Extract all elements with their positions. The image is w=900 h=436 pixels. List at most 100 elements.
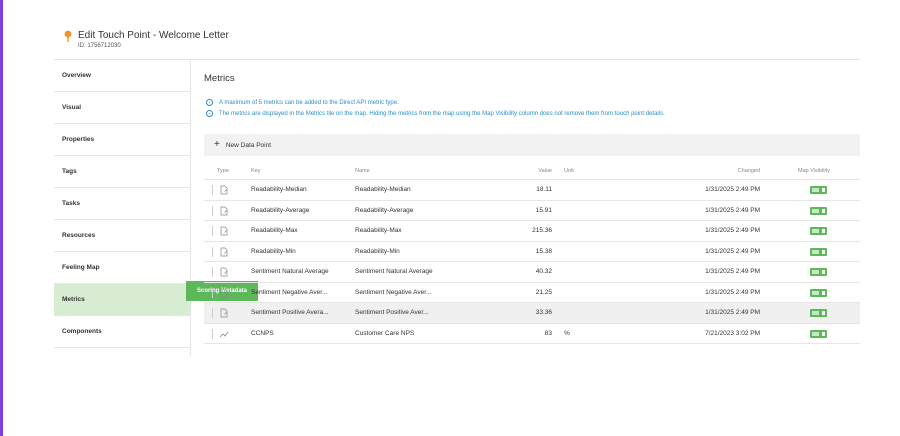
table-header: Type Key Name Value Unit Changed Map Vis… — [204, 164, 860, 180]
row-drag-handle[interactable] — [212, 308, 213, 318]
row-key: Sentiment Positive Avera... — [251, 309, 329, 316]
row-key: CCNPS — [251, 329, 274, 337]
row-name: Readability-Min — [355, 247, 400, 255]
info-message: The metrics are displayed in the Metrics… — [206, 110, 665, 117]
table-row[interactable]: Readability-Max Readability-Max 215.36 1/31… — [204, 221, 860, 242]
row-value: 33.36 — [535, 309, 552, 316]
row-value: 15.91 — [535, 206, 552, 214]
row-value: 18.11 — [536, 186, 552, 193]
document-edit-icon — [219, 247, 229, 257]
row-key: Readability-Min — [251, 247, 296, 255]
sidebar-item-tasks[interactable]: Tasks — [54, 188, 191, 220]
row-changed: 1/31/2025 2:49 PM — [705, 227, 760, 234]
plus-icon: + — [214, 139, 220, 150]
map-visibility-toggle[interactable] — [810, 309, 827, 317]
row-changed: 1/31/2025 2:49 PM — [705, 309, 760, 316]
window-edge — [0, 0, 3, 436]
document-edit-icon — [219, 288, 229, 298]
sidebar-item-resources[interactable]: Resources — [54, 220, 191, 252]
row-name: Customer Care NPS — [355, 329, 415, 337]
row-drag-handle[interactable] — [212, 246, 213, 257]
row-key: Readability-Max — [251, 227, 298, 234]
new-data-point-label: New Data Point — [225, 141, 272, 149]
row-value: 15.38 — [535, 247, 552, 255]
row-value: 40.32 — [535, 268, 552, 275]
row-changed: 7/21/2023 3:02 PM — [705, 329, 760, 337]
info-text: The metrics are displayed in the Metrics… — [219, 110, 665, 117]
info-icon — [206, 99, 213, 106]
row-name: Sentiment Natural Average — [355, 268, 433, 275]
column-header-value[interactable]: Value — [538, 168, 552, 174]
row-value: 83 — [544, 329, 552, 337]
document-edit-icon — [219, 185, 229, 195]
column-header-key[interactable]: Key — [251, 168, 260, 174]
sidebar-divider — [190, 60, 191, 356]
row-name: Readability-Max — [355, 227, 402, 234]
page-title: Edit Touch Point - Welcome Letter — [78, 30, 229, 41]
row-changed: 1/31/2025 2:49 PM — [705, 247, 760, 255]
sidebar-item-components[interactable]: Components — [54, 316, 191, 348]
map-visibility-toggle[interactable] — [810, 329, 827, 338]
map-visibility-toggle[interactable] — [810, 288, 827, 297]
column-header-name[interactable]: Name — [355, 168, 370, 174]
row-key: Sentiment Negative Aver... — [251, 288, 328, 296]
map-visibility-toggle[interactable] — [810, 247, 827, 256]
table-row[interactable]: Readability-Average Readability-Average 15… — [204, 201, 860, 221]
sidebar-item-properties[interactable]: Properties — [54, 124, 191, 156]
table-toolbar: + New Data Point — [204, 134, 860, 156]
table-row[interactable]: CCNPS Customer Care NPS 83% 7/21/2023 3:02 … — [204, 324, 860, 344]
metrics-table-body: Readability-Median Readability-Median 18.1… — [204, 180, 860, 344]
row-value: 215.36 — [532, 227, 552, 234]
sidebar-item-metrics[interactable]: Metrics — [54, 284, 191, 316]
map-visibility-toggle[interactable] — [810, 186, 827, 194]
row-name: Readability-Median — [355, 186, 411, 193]
row-changed: 1/31/2025 2:49 PM — [705, 268, 760, 275]
row-changed: 1/31/2025 2:49 PM — [705, 186, 760, 193]
document-edit-icon — [219, 308, 229, 318]
row-drag-handle[interactable] — [212, 205, 213, 216]
row-drag-handle[interactable] — [212, 267, 213, 277]
sidebar-item-tags[interactable]: Tags — [54, 156, 191, 188]
sidebar-item-visual[interactable]: Visual — [54, 92, 191, 124]
map-visibility-toggle[interactable] — [810, 227, 827, 235]
table-row[interactable]: Sentiment Negative Aver... Sentiment Nega… — [204, 283, 860, 303]
row-unit: % — [564, 329, 570, 337]
sidebar-item-overview[interactable]: Overview — [54, 60, 191, 92]
table-row[interactable]: Readability-Median Readability-Median 18.1… — [204, 180, 860, 201]
column-header-map-visibility[interactable]: Map Visibility — [798, 168, 830, 174]
document-edit-icon — [219, 226, 229, 236]
table-row[interactable]: Sentiment Natural Average Sentiment Natur… — [204, 262, 860, 283]
row-drag-handle[interactable] — [212, 185, 213, 195]
row-key: Readability-Median — [251, 186, 307, 193]
row-key: Sentiment Natural Average — [251, 268, 329, 275]
info-text: A maximum of 5 metrics can be added to t… — [219, 99, 399, 106]
info-message: A maximum of 5 metrics can be added to t… — [206, 99, 399, 106]
table-row[interactable]: Readability-Min Readability-Min 15.38 1/31/… — [204, 242, 860, 262]
row-value: 21.25 — [535, 288, 552, 296]
row-changed: 1/31/2025 2:49 PM — [705, 206, 760, 214]
row-drag-handle[interactable] — [212, 328, 213, 339]
section-title: Metrics — [204, 73, 235, 84]
row-changed: 1/31/2025 2:49 PM — [705, 288, 760, 296]
location-pin-icon — [64, 30, 72, 42]
table-row[interactable]: Sentiment Positive Avera... Sentiment Pos… — [204, 303, 860, 324]
row-drag-handle[interactable] — [212, 287, 213, 298]
document-edit-icon — [219, 206, 229, 216]
row-name: Sentiment Negative Aver... — [355, 288, 432, 296]
row-name: Sentiment Positive Aver... — [355, 309, 429, 316]
row-drag-handle[interactable] — [212, 226, 213, 236]
sidebar-nav: Overview Visual Properties Tags Tasks Re… — [54, 60, 191, 348]
row-name: Readability-Average — [355, 206, 414, 214]
info-icon — [206, 110, 213, 117]
map-visibility-toggle[interactable] — [810, 206, 827, 215]
row-key: Readability-Average — [251, 206, 310, 214]
column-header-unit[interactable]: Unit — [564, 168, 574, 174]
new-data-point-button[interactable]: + New Data Point — [214, 140, 271, 150]
map-visibility-toggle[interactable] — [810, 268, 827, 276]
document-edit-icon — [219, 267, 229, 277]
sidebar-item-feeling-map[interactable]: Feeling Map — [54, 252, 191, 284]
column-header-changed[interactable]: Changed — [738, 168, 760, 174]
touch-point-id: ID: 1756712030 — [78, 43, 121, 49]
trend-line-icon — [219, 329, 229, 339]
column-header-type[interactable]: Type — [217, 168, 229, 174]
